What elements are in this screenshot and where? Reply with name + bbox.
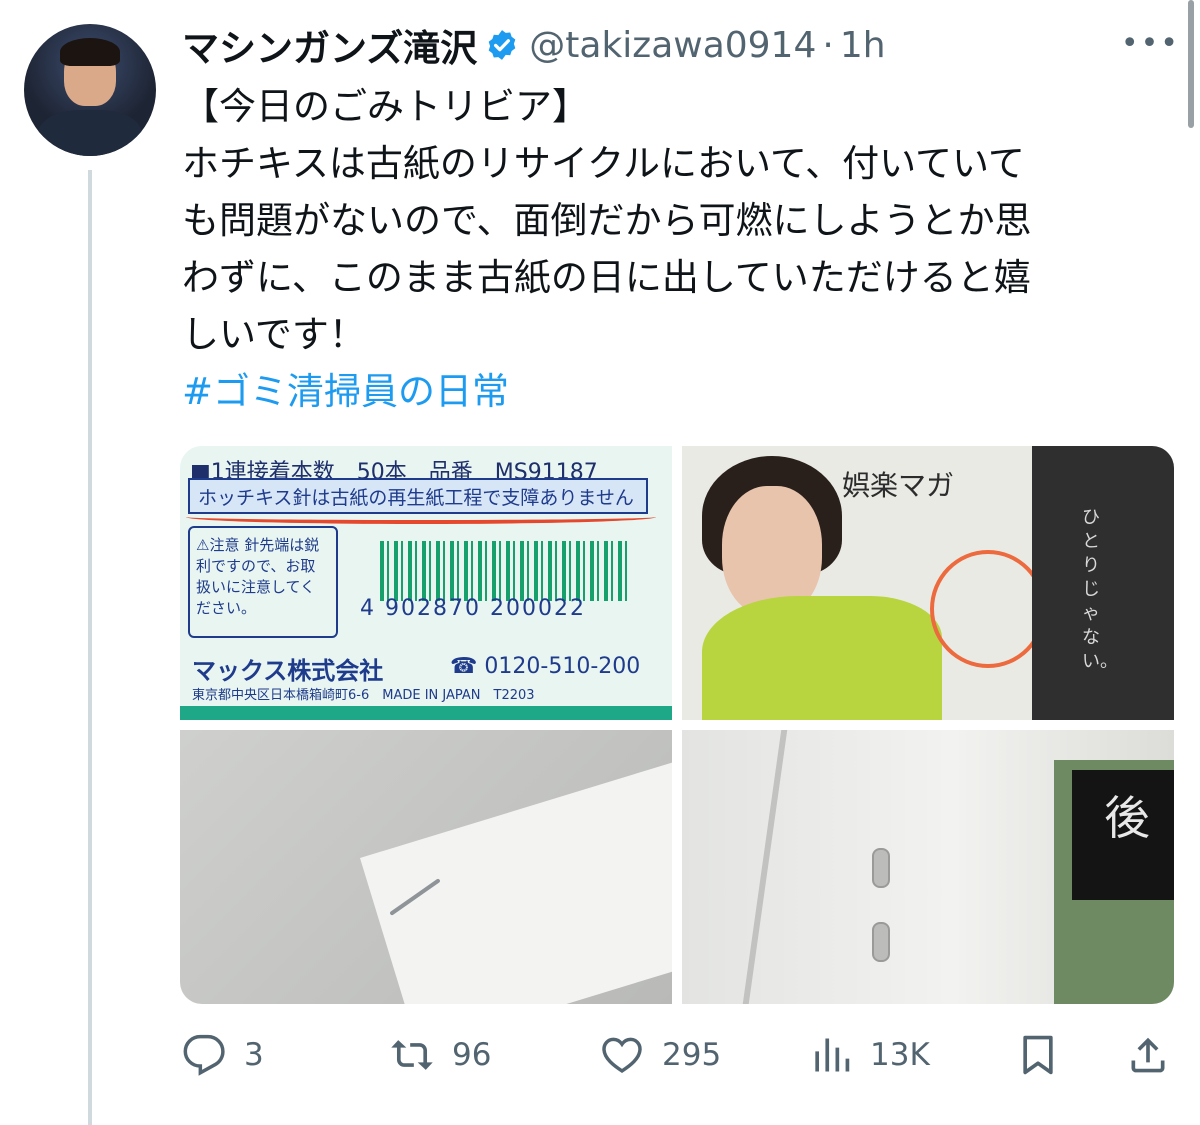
image-staple-package[interactable]: ■1連接着本数 50本 品番 MS91187 ホッチキス針は古紙の再生紙工程で支… <box>180 446 672 720</box>
post-time[interactable]: 1h <box>840 25 886 66</box>
barcode <box>380 541 630 601</box>
scrollbar[interactable] <box>1188 0 1194 128</box>
verified-badge-icon <box>488 30 516 60</box>
reply-icon <box>183 1034 225 1076</box>
thread-line <box>88 170 92 1125</box>
back-cover <box>1032 446 1174 720</box>
post-text-line: わずに、このまま古紙の日に出していただけると嬉 <box>182 256 1031 299</box>
more-icon[interactable]: ••• <box>1121 26 1180 61</box>
staple-hole <box>872 922 890 962</box>
like-icon <box>602 1037 642 1074</box>
red-underline <box>186 510 656 524</box>
bookmark-icon <box>1023 1035 1053 1075</box>
share-button[interactable] <box>1126 1030 1188 1080</box>
display-name[interactable]: マシンガンズ滝沢 <box>182 18 477 72</box>
like-button[interactable]: 295 <box>600 1030 721 1080</box>
post-header: マシンガンズ滝沢 @takizawa0914 · 1h <box>182 18 886 72</box>
views-icon <box>815 1038 850 1072</box>
post-text-line: しいです！ <box>182 313 366 356</box>
staple-hole <box>872 848 890 888</box>
repost-button[interactable]: 96 <box>390 1030 491 1080</box>
user-handle[interactable]: @takizawa0914 <box>529 25 816 66</box>
media-grid: ■1連接着本数 50本 品番 MS91187 ホッチキス針は古紙の再生紙工程で支… <box>180 446 1174 1004</box>
separator-dot: · <box>822 24 834 66</box>
black-label: 後 <box>1072 770 1174 900</box>
image-staple-on-paper[interactable] <box>180 730 672 1004</box>
vertical-slogan: ひとりじゃない。 <box>1082 507 1118 672</box>
action-bar: 3 96 295 13K <box>182 1030 1172 1080</box>
image-booklet-spine[interactable]: 後 <box>682 730 1174 1004</box>
avatar-hair <box>60 38 120 66</box>
maker-phone: ☎ 0120-510-200 <box>450 654 641 679</box>
post-text-line: も問題がないので、面倒だから可燃にしようとか思 <box>182 199 1032 242</box>
cover-clothing <box>702 596 942 720</box>
share-icon <box>1131 1037 1165 1073</box>
package-band <box>180 706 672 720</box>
red-circle-marker <box>930 550 1046 668</box>
avatar-body <box>38 110 142 156</box>
views-count: 13K <box>870 1037 930 1073</box>
package-caution-text: ⚠注意 針先端は鋭利ですので、お取扱いに注意してください。 <box>188 526 338 638</box>
like-count: 295 <box>662 1037 722 1073</box>
repost-icon <box>391 1040 433 1070</box>
maker-address: 東京都中央区日本橋箱崎町6-6 MADE IN JAPAN T2203 <box>192 688 535 703</box>
spine-fold <box>742 730 788 1004</box>
barcode-digits: 4 902870 200022 <box>360 596 586 621</box>
post-text-line: 【今日のごみトリビア】 <box>182 85 589 128</box>
image-magazine[interactable]: 娯楽マガ ひとりじゃない。 <box>682 446 1174 720</box>
paper-corner <box>360 758 672 1004</box>
magazine-title: 娯楽マガ <box>842 469 955 502</box>
post-text: 【今日のごみトリビア】 ホチキスは古紙のリサイクルにおいて、付いていて も問題が… <box>182 78 1167 420</box>
avatar[interactable] <box>24 24 156 156</box>
maker-name: マックス株式会社 <box>192 657 384 685</box>
reply-button[interactable]: 3 <box>182 1030 264 1080</box>
hashtag-link[interactable]: #ゴミ清掃員の日常 <box>182 363 1167 420</box>
bookmark-button[interactable] <box>1016 1030 1078 1080</box>
views-button[interactable]: 13K <box>808 1030 930 1080</box>
post-text-line: ホチキスは古紙のリサイクルにおいて、付いていて <box>182 142 1025 185</box>
repost-count: 96 <box>452 1037 492 1073</box>
package-notice-text: ホッチキス針は古紙の再生紙工程で支障ありません <box>188 478 648 514</box>
reply-count: 3 <box>244 1037 264 1073</box>
